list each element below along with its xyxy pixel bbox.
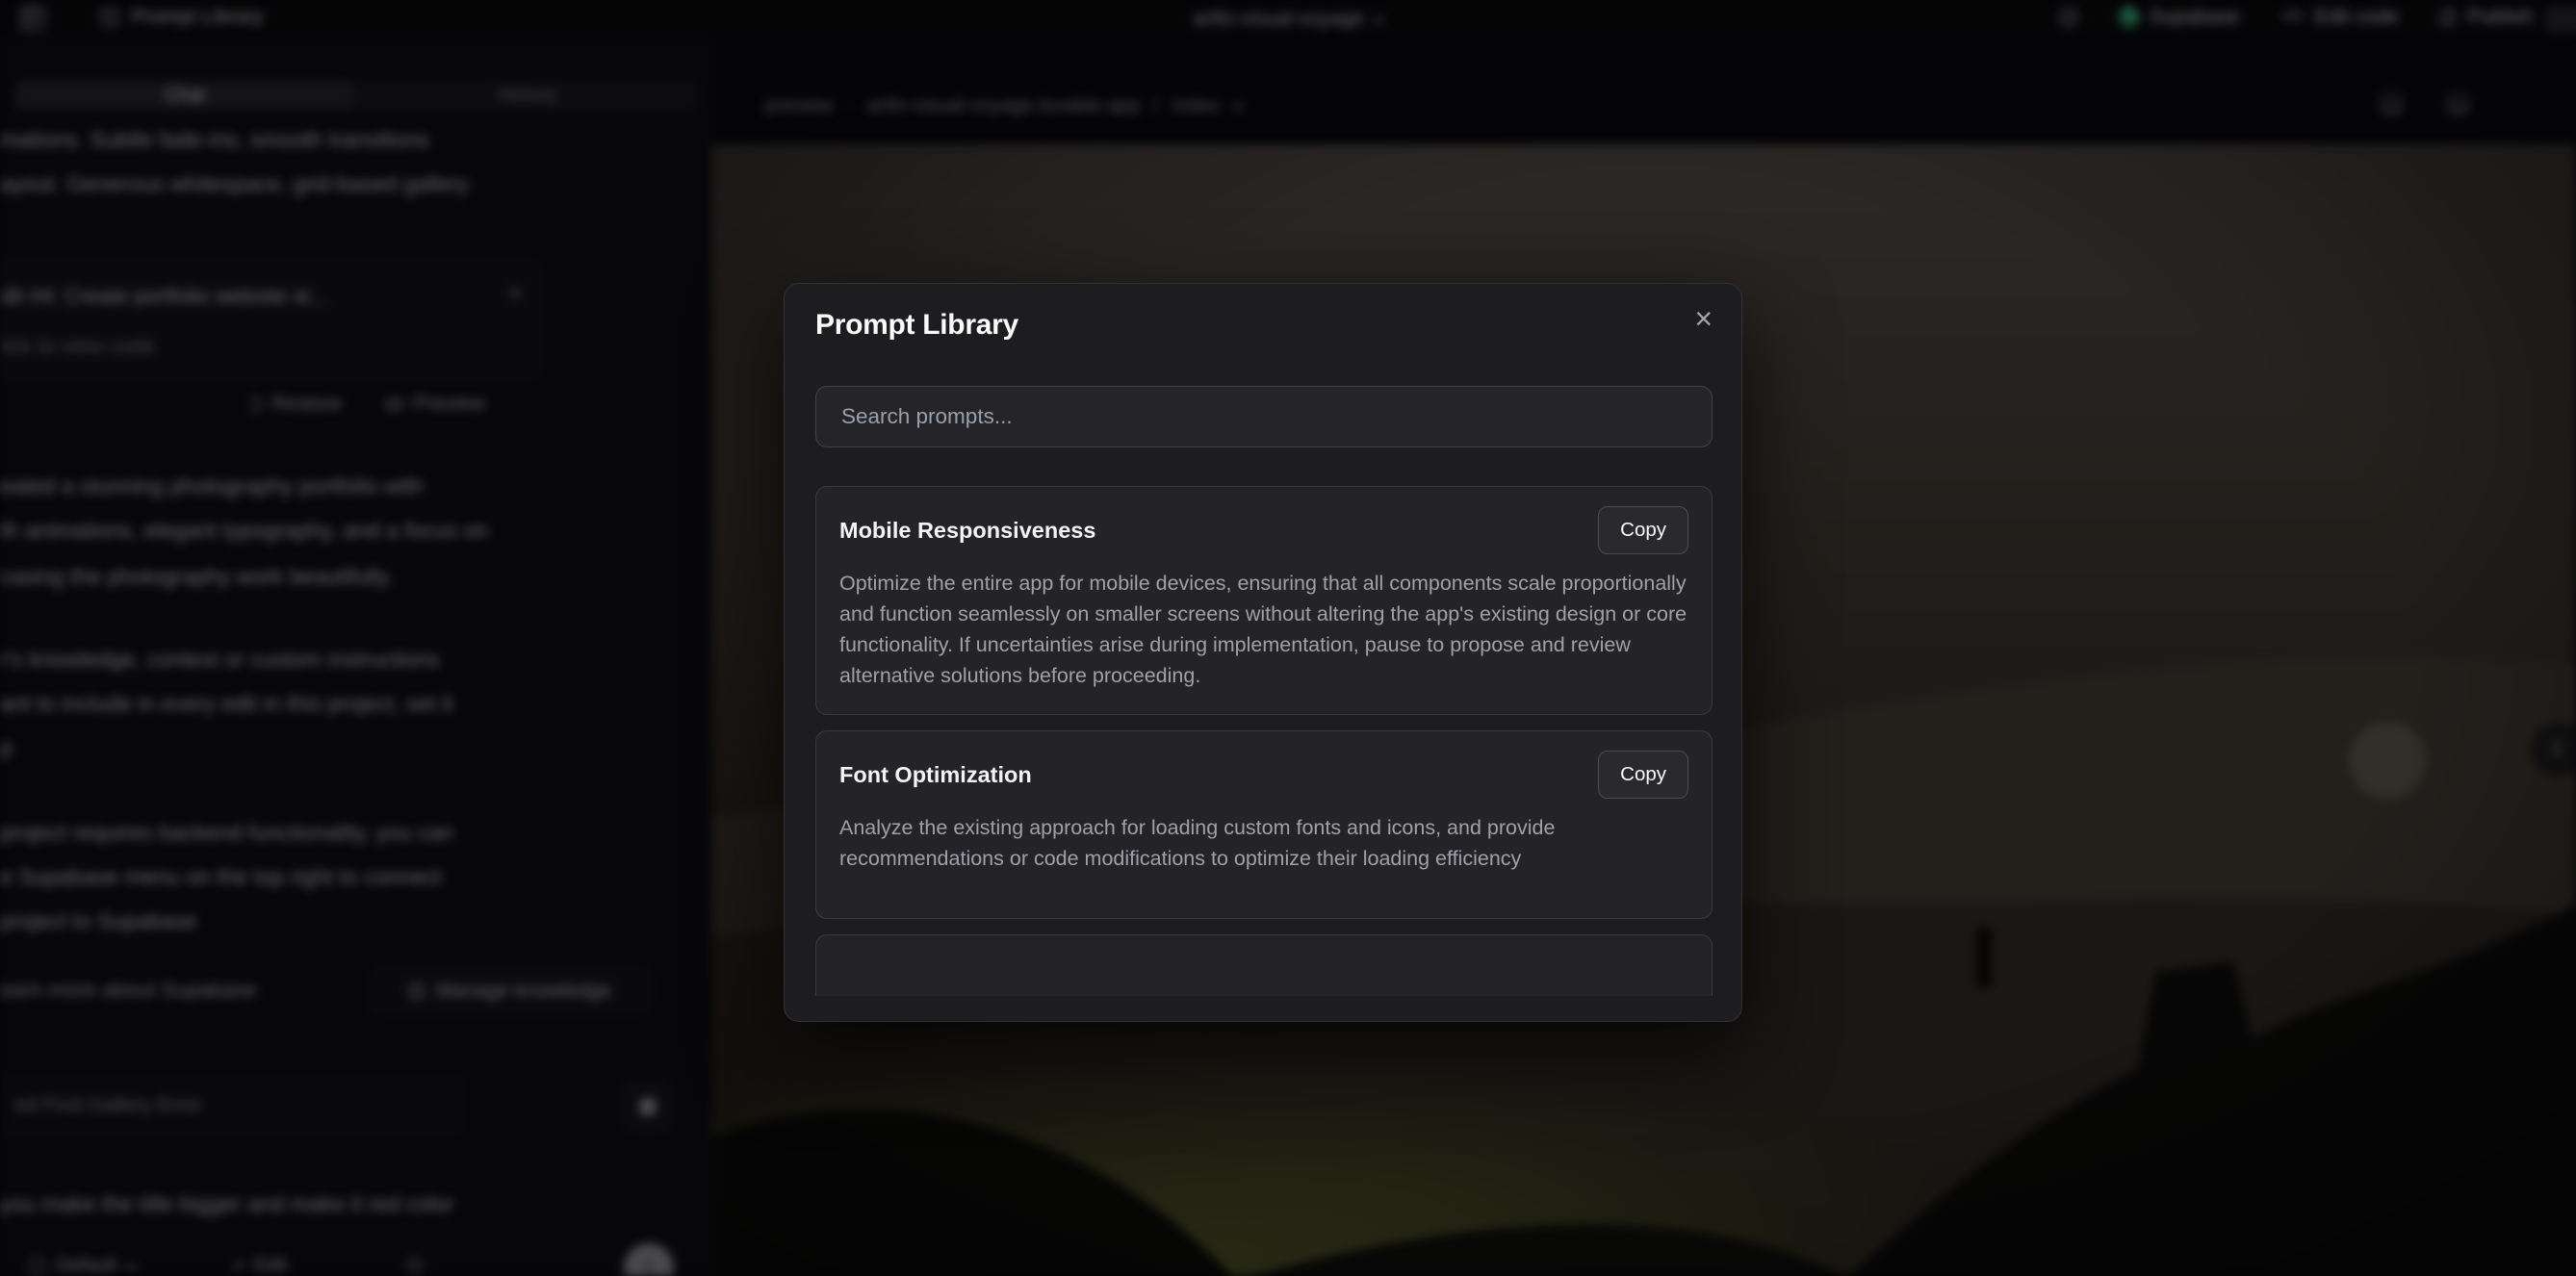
prompt-title: Mobile Responsiveness: [839, 518, 1095, 544]
search-input[interactable]: [841, 387, 1688, 446]
copy-button[interactable]: Copy: [1598, 506, 1688, 554]
prompt-list: Mobile Responsiveness Copy Optimize the …: [815, 486, 1713, 996]
prompt-description: Optimize the entire app for mobile devic…: [839, 568, 1688, 691]
prompt-card-font-optimization: Font Optimization Copy Analyze the exist…: [815, 730, 1713, 919]
prompt-card-mobile-responsiveness: Mobile Responsiveness Copy Optimize the …: [815, 486, 1713, 715]
prompt-card-header: Mobile Responsiveness Copy: [839, 506, 1688, 554]
prompt-card-header: Font Optimization Copy: [839, 751, 1688, 799]
app-window: Prompt Library artfo-visual-voyage Supab…: [0, 0, 2576, 1276]
prompt-description: Analyze the existing approach for loadin…: [839, 812, 1688, 874]
prompt-card-partial: [815, 934, 1713, 996]
prompt-library-modal: Prompt Library × Mobile Responsiveness C…: [784, 283, 1742, 1022]
modal-title: Prompt Library: [815, 309, 1018, 342]
search-box: [815, 386, 1713, 447]
prompt-title: Font Optimization: [839, 762, 1032, 788]
close-icon[interactable]: ×: [1694, 303, 1713, 334]
copy-button[interactable]: Copy: [1598, 751, 1688, 799]
